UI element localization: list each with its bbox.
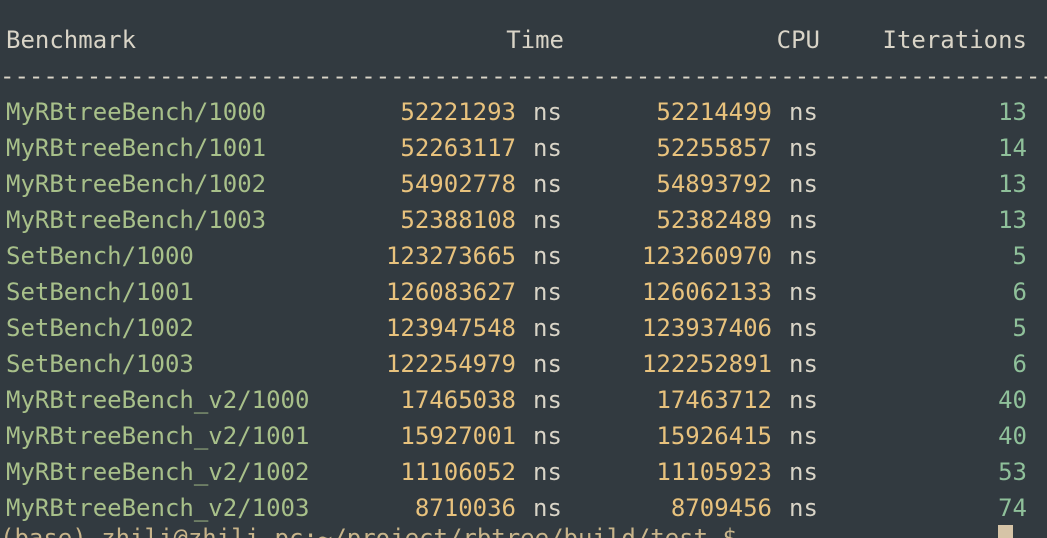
cpu-unit: ns: [789, 422, 818, 450]
iterations-value: 6: [1012, 350, 1027, 378]
cpu-unit: ns: [789, 314, 818, 342]
table-row: MyRBtreeBench/1000 52221293 ns 52214499 ns 13: [0, 94, 1047, 130]
header-cpu: CPU: [776, 26, 820, 54]
time-unit: ns: [533, 134, 562, 162]
iterations-value: 74: [998, 494, 1027, 522]
cpu-value: 52382489: [656, 206, 772, 234]
cpu-unit: ns: [789, 278, 818, 306]
time-unit: ns: [533, 98, 562, 126]
time-value: 15927001: [400, 422, 516, 450]
terminal-window[interactable]: ----------------------------------------…: [0, 0, 1047, 538]
iterations-value: 40: [998, 422, 1027, 450]
time-unit: ns: [533, 422, 562, 450]
cpu-unit: ns: [789, 170, 818, 198]
cpu-value: 123937406: [641, 314, 772, 342]
time-unit: ns: [533, 170, 562, 198]
benchmark-name: MyRBtreeBench_v2/1001: [6, 422, 310, 450]
table-row: MyRBtreeBench_v2/1001 15927001 ns 15926415 n…: [0, 418, 1047, 454]
benchmark-name: SetBench/1001: [6, 278, 194, 306]
iterations-value: 53: [998, 458, 1027, 486]
time-value: 122254979: [385, 350, 516, 378]
time-unit: ns: [533, 314, 562, 342]
benchmark-name: SetBench/1002: [6, 314, 194, 342]
cpu-unit: ns: [789, 242, 818, 270]
iterations-value: 6: [1012, 278, 1027, 306]
benchmark-name: SetBench/1003: [6, 350, 194, 378]
header-iterations: Iterations: [882, 26, 1028, 54]
time-unit: ns: [533, 350, 562, 378]
benchmark-name: MyRBtreeBench_v2/1002: [6, 458, 310, 486]
time-unit: ns: [533, 242, 562, 270]
text-cursor: [998, 525, 1013, 538]
time-unit: ns: [533, 206, 562, 234]
cpu-value: 122252891: [641, 350, 772, 378]
iterations-value: 13: [998, 206, 1027, 234]
cpu-value: 52255857: [656, 134, 772, 162]
table-row: MyRBtreeBench/1001 52263117 ns 52255857 ns 14: [0, 130, 1047, 166]
cpu-unit: ns: [789, 386, 818, 414]
table-row: SetBench/1003 122254979 ns 122252891 ns 6: [0, 346, 1047, 382]
cpu-unit: ns: [789, 458, 818, 486]
benchmark-name: MyRBtreeBench/1003: [6, 206, 267, 234]
time-unit: ns: [533, 458, 562, 486]
benchmark-name: MyRBtreeBench/1002: [6, 170, 267, 198]
benchmark-name: SetBench/1000: [6, 242, 194, 270]
cpu-unit: ns: [789, 494, 818, 522]
table-header: Benchmark Time CPU Iterations: [0, 22, 1047, 58]
iterations-value: 13: [998, 170, 1027, 198]
separator-header: ----------------------------------------…: [0, 62, 1047, 90]
iterations-value: 5: [1012, 314, 1027, 342]
shell-prompt: (base) zhili@zhili-pc:~/project/rbtree/b…: [0, 524, 737, 538]
time-value: 123947548: [385, 314, 516, 342]
table-row: MyRBtreeBench_v2/1002 11106052 ns 11105923 n…: [0, 454, 1047, 490]
time-value: 126083627: [385, 278, 516, 306]
cpu-unit: ns: [789, 134, 818, 162]
cpu-unit: ns: [789, 206, 818, 234]
iterations-value: 13: [998, 98, 1027, 126]
time-value: 17465038: [400, 386, 516, 414]
benchmark-name: MyRBtreeBench_v2/1000: [6, 386, 310, 414]
time-value: 52263117: [400, 134, 516, 162]
time-value: 52221293: [400, 98, 516, 126]
time-unit: ns: [533, 386, 562, 414]
benchmark-name: MyRBtreeBench/1001: [6, 134, 267, 162]
cpu-value: 54893792: [656, 170, 772, 198]
cpu-value: 11105923: [656, 458, 772, 486]
cpu-value: 17463712: [656, 386, 772, 414]
benchmark-name: MyRBtreeBench/1000: [6, 98, 267, 126]
header-time: Time: [506, 26, 564, 54]
time-value: 52388108: [400, 206, 516, 234]
cpu-value: 52214499: [656, 98, 772, 126]
time-value: 54902778: [400, 170, 516, 198]
iterations-value: 40: [998, 386, 1027, 414]
table-row: SetBench/1001 126083627 ns 126062133 ns 6: [0, 274, 1047, 310]
time-unit: ns: [533, 278, 562, 306]
cpu-unit: ns: [789, 350, 818, 378]
table-row: SetBench/1000 123273665 ns 123260970 ns 5: [0, 238, 1047, 274]
cpu-value: 123260970: [641, 242, 772, 270]
separator-top: ----------------------------------------…: [0, 0, 1047, 14]
table-row: MyRBtreeBench/1002 54902778 ns 54893792 ns 13: [0, 166, 1047, 202]
table-row: SetBench/1002 123947548 ns 123937406 ns 5: [0, 310, 1047, 346]
cpu-value: 126062133: [641, 278, 772, 306]
cpu-unit: ns: [789, 98, 818, 126]
table-row: MyRBtreeBench_v2/1000 17465038 ns 17463712 n…: [0, 382, 1047, 418]
time-value: 123273665: [385, 242, 516, 270]
table-row: MyRBtreeBench/1003 52388108 ns 52382489 ns 13: [0, 202, 1047, 238]
header-benchmark: Benchmark: [6, 26, 137, 54]
cpu-value: 15926415: [656, 422, 772, 450]
iterations-value: 5: [1012, 242, 1027, 270]
time-value: 11106052: [400, 458, 516, 486]
iterations-value: 14: [998, 134, 1027, 162]
